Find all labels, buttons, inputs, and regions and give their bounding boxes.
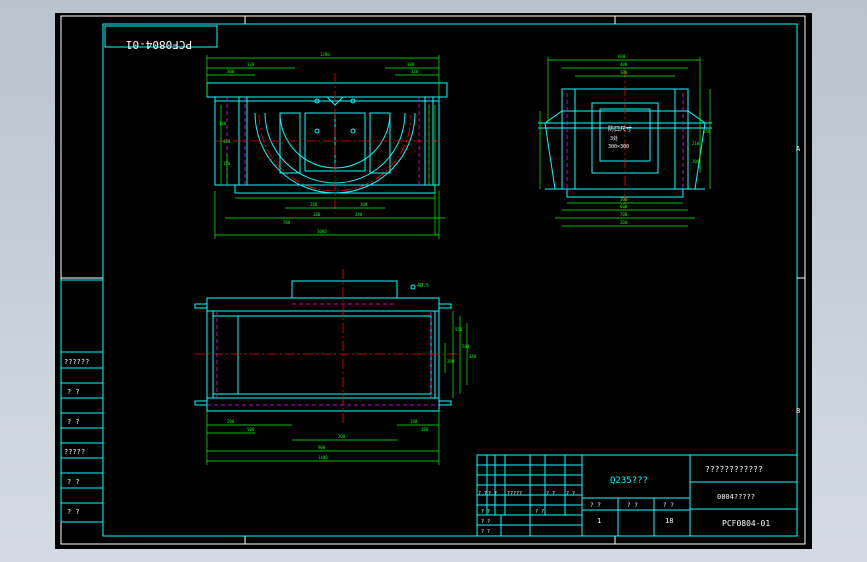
side-note-mark: 3处 [610,135,618,142]
front-view [206,73,448,213]
side-view: 防口尺寸 3处 300×300 [538,68,712,213]
svg-text:900: 900 [318,445,326,450]
cad-drawing: .w { stroke: #ffffff; fill: none; stroke… [60,15,806,545]
svg-text:180: 180 [421,427,429,432]
frame-ticks [61,16,805,544]
svg-text:? ?: ? ? [478,491,487,497]
left-table-label-6: ? ? [67,508,80,516]
svg-text:1400: 1400 [318,455,328,460]
svg-text:? ?: ? ? [481,529,490,535]
svg-text:700: 700 [620,212,628,217]
svg-text:? ?: ? ? [481,509,490,515]
svg-text:380: 380 [407,62,415,67]
svg-text:? ?: ? ? [535,509,544,515]
side-opening-label: 防口尺寸 [608,125,632,133]
scale-cell: 1 [597,517,601,525]
svg-text:150: 150 [223,161,231,166]
svg-text:300: 300 [227,69,235,74]
svg-text:210: 210 [692,141,700,146]
svg-text:280: 280 [310,202,318,207]
svg-text:400: 400 [223,139,231,144]
svg-text:320: 320 [411,69,419,74]
stage-label-1: ? ? [590,502,601,509]
top-view: 4Ø.5 [194,269,460,423]
sign-labels: ? ? ? ? ????? ? ? ? ? [478,491,575,497]
svg-text:? ?: ? ? [566,491,575,497]
svg-text:550: 550 [455,327,463,332]
stage-label-2: ? ? [627,502,638,509]
svg-text:?????: ????? [507,491,522,497]
svg-text:150: 150 [703,129,711,134]
svg-text:300: 300 [620,70,628,75]
side-opening-size: 300×300 [608,144,629,150]
left-table-label-2: ? ? [67,388,80,396]
top-view-dimensions [206,311,468,465]
part-name-cell: 0804????? [717,493,755,501]
zone-label-a: A [796,145,801,153]
svg-text:320: 320 [247,62,255,67]
svg-text:190: 190 [410,419,418,424]
svg-text:340: 340 [469,354,477,359]
top-hole-label: 4Ø.5 [417,282,429,289]
svg-text:600: 600 [618,54,626,59]
svg-text:200: 200 [338,434,346,439]
outer-frame [60,15,806,545]
mirrored-drawing-number: PCF0804-01 [126,38,192,51]
cad-drawing-viewport[interactable]: .w { stroke: #ffffff; fill: none; stroke… [55,13,812,549]
left-table-label-4: ????? [64,448,85,456]
svg-text:200: 200 [692,159,700,164]
sheet-cell: 18 [665,517,673,525]
side-view-dim-text: 600 400 300 300 600 700 200 150 210 200 [618,54,711,225]
svg-text:400: 400 [620,62,628,67]
drawing-number-cell: PCF0804-01 [722,519,770,528]
material-cell: Q235??? [610,476,648,486]
sign-rows: ? ? ? ? ? ? ? ? [481,509,544,535]
left-table-label-1: ?????? [64,358,89,366]
svg-text:200: 200 [227,419,235,424]
svg-text:500: 500 [462,344,470,349]
svg-text:1080: 1080 [317,229,327,234]
svg-text:300: 300 [313,212,321,217]
left-table-label-3: ? ? [67,418,80,426]
svg-text:300: 300 [360,202,368,207]
stage-label-3: ? ? [663,502,674,509]
svg-text:? ?: ? ? [481,519,490,525]
drawing-name-cell: ???????????? [705,465,763,474]
svg-text:600: 600 [620,204,628,209]
svg-text:200: 200 [447,359,455,364]
zone-label-b: B [796,407,800,415]
svg-text:200: 200 [620,220,628,225]
svg-text:1280: 1280 [320,52,330,57]
svg-text:300: 300 [620,197,628,202]
svg-text:? ?: ? ? [488,491,497,497]
front-view-dim-text: 1280 320 300 380 320 280 300 300 240 700… [219,52,419,234]
svg-text:700: 700 [283,220,291,225]
svg-text:? ?: ? ? [546,491,555,497]
svg-text:500: 500 [247,427,255,432]
svg-text:240: 240 [355,212,363,217]
svg-text:140: 140 [219,121,227,126]
left-table-label-5: ? ? [67,478,80,486]
